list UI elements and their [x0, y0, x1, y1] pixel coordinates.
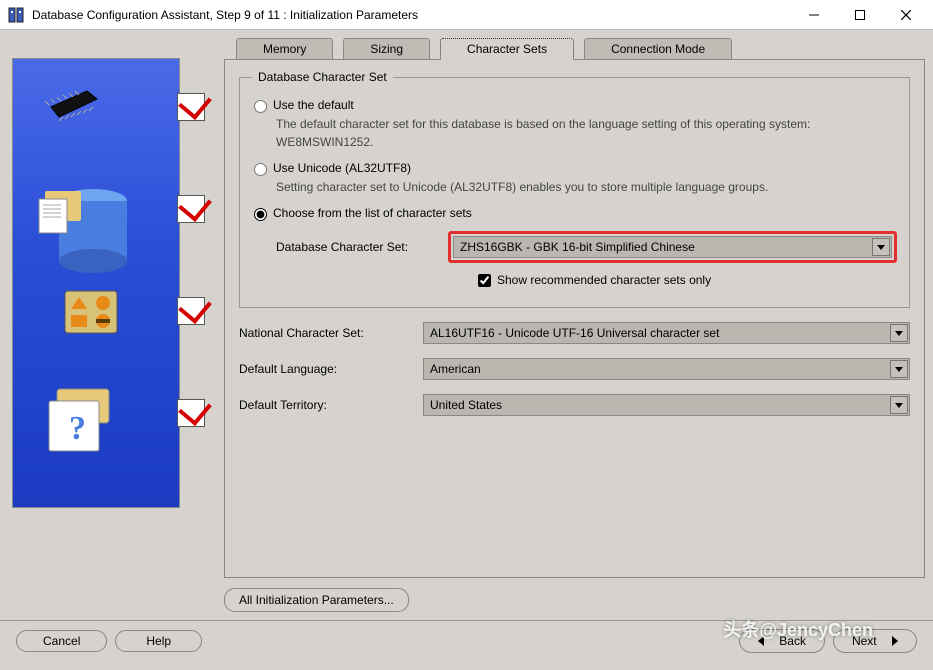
chevron-down-icon — [890, 360, 908, 378]
chevron-down-icon — [890, 396, 908, 414]
wizard-progress-image: ? — [12, 58, 180, 508]
tabs: Memory Sizing Character Sets Connection … — [224, 38, 925, 60]
help-doc-icon: ? — [43, 385, 123, 455]
checkmark-icon — [177, 297, 205, 325]
back-label: Back — [779, 634, 806, 648]
default-territory-label: Default Territory: — [239, 398, 423, 412]
chip-icon — [43, 85, 103, 137]
use-unicode-description: Setting character set to Unicode (AL32UT… — [276, 178, 897, 196]
radio-use-default-label: Use the default — [273, 98, 354, 112]
svg-text:?: ? — [69, 410, 86, 447]
tab-character-sets[interactable]: Character Sets — [440, 38, 574, 60]
checkmark-icon — [177, 93, 205, 121]
radio-choose-list[interactable] — [254, 208, 267, 221]
default-territory-select[interactable]: United States — [423, 394, 910, 416]
cancel-button[interactable]: Cancel — [16, 630, 107, 652]
help-button[interactable]: Help — [115, 630, 202, 652]
all-init-params-button[interactable]: All Initialization Parameters... — [224, 588, 409, 612]
tab-panel-character-sets: Database Character Set Use the default T… — [224, 59, 925, 578]
fieldset-legend: Database Character Set — [252, 70, 393, 84]
minimize-button[interactable] — [791, 0, 837, 30]
db-charset-select[interactable]: ZHS16GBK - GBK 16-bit Simplified Chinese — [453, 236, 892, 258]
radio-use-unicode-label: Use Unicode (AL32UTF8) — [273, 161, 411, 175]
default-language-label: Default Language: — [239, 362, 423, 376]
use-default-description: The default character set for this datab… — [276, 115, 897, 151]
tab-connection-mode[interactable]: Connection Mode — [584, 38, 732, 60]
cancel-label: Cancel — [43, 634, 80, 648]
all-init-params-label: All Initialization Parameters... — [239, 593, 394, 607]
national-charset-label: National Character Set: — [239, 326, 423, 340]
radio-use-unicode[interactable] — [254, 163, 267, 176]
tab-memory[interactable]: Memory — [236, 38, 333, 60]
show-recommended-label: Show recommended character sets only — [497, 273, 711, 287]
radio-use-default[interactable] — [254, 100, 267, 113]
radio-choose-list-label: Choose from the list of character sets — [273, 206, 472, 220]
checkmark-icon — [177, 195, 205, 223]
checkmark-icon — [177, 399, 205, 427]
chevron-down-icon — [872, 238, 890, 256]
db-charset-value: ZHS16GBK - GBK 16-bit Simplified Chinese — [460, 240, 695, 254]
default-language-value: American — [430, 362, 481, 376]
chevron-down-icon — [890, 324, 908, 342]
db-charset-fieldset: Database Character Set Use the default T… — [239, 70, 910, 308]
window-title: Database Configuration Assistant, Step 9… — [32, 8, 791, 22]
wizard-side-panel: ? — [8, 38, 214, 612]
national-charset-value: AL16UTF16 - Unicode UTF-16 Universal cha… — [430, 326, 719, 340]
maximize-button[interactable] — [837, 0, 883, 30]
show-recommended-checkbox[interactable] — [478, 274, 491, 287]
default-language-select[interactable]: American — [423, 358, 910, 380]
documents-db-icon — [33, 171, 123, 261]
db-charset-label: Database Character Set: — [276, 240, 438, 254]
help-label: Help — [146, 634, 171, 648]
tab-sizing[interactable]: Sizing — [343, 38, 430, 60]
arrow-right-icon — [892, 636, 898, 646]
wizard-button-bar: Cancel Help Back Next — [0, 620, 933, 661]
next-button[interactable]: Next — [833, 629, 917, 653]
next-label: Next — [852, 634, 877, 648]
arrow-left-icon — [758, 636, 764, 646]
shapes-icon — [63, 289, 123, 341]
close-button[interactable] — [883, 0, 929, 30]
national-charset-select[interactable]: AL16UTF16 - Unicode UTF-16 Universal cha… — [423, 322, 910, 344]
app-icon — [8, 7, 24, 23]
back-button[interactable]: Back — [739, 629, 825, 653]
titlebar: Database Configuration Assistant, Step 9… — [0, 0, 933, 30]
default-territory-value: United States — [430, 398, 502, 412]
